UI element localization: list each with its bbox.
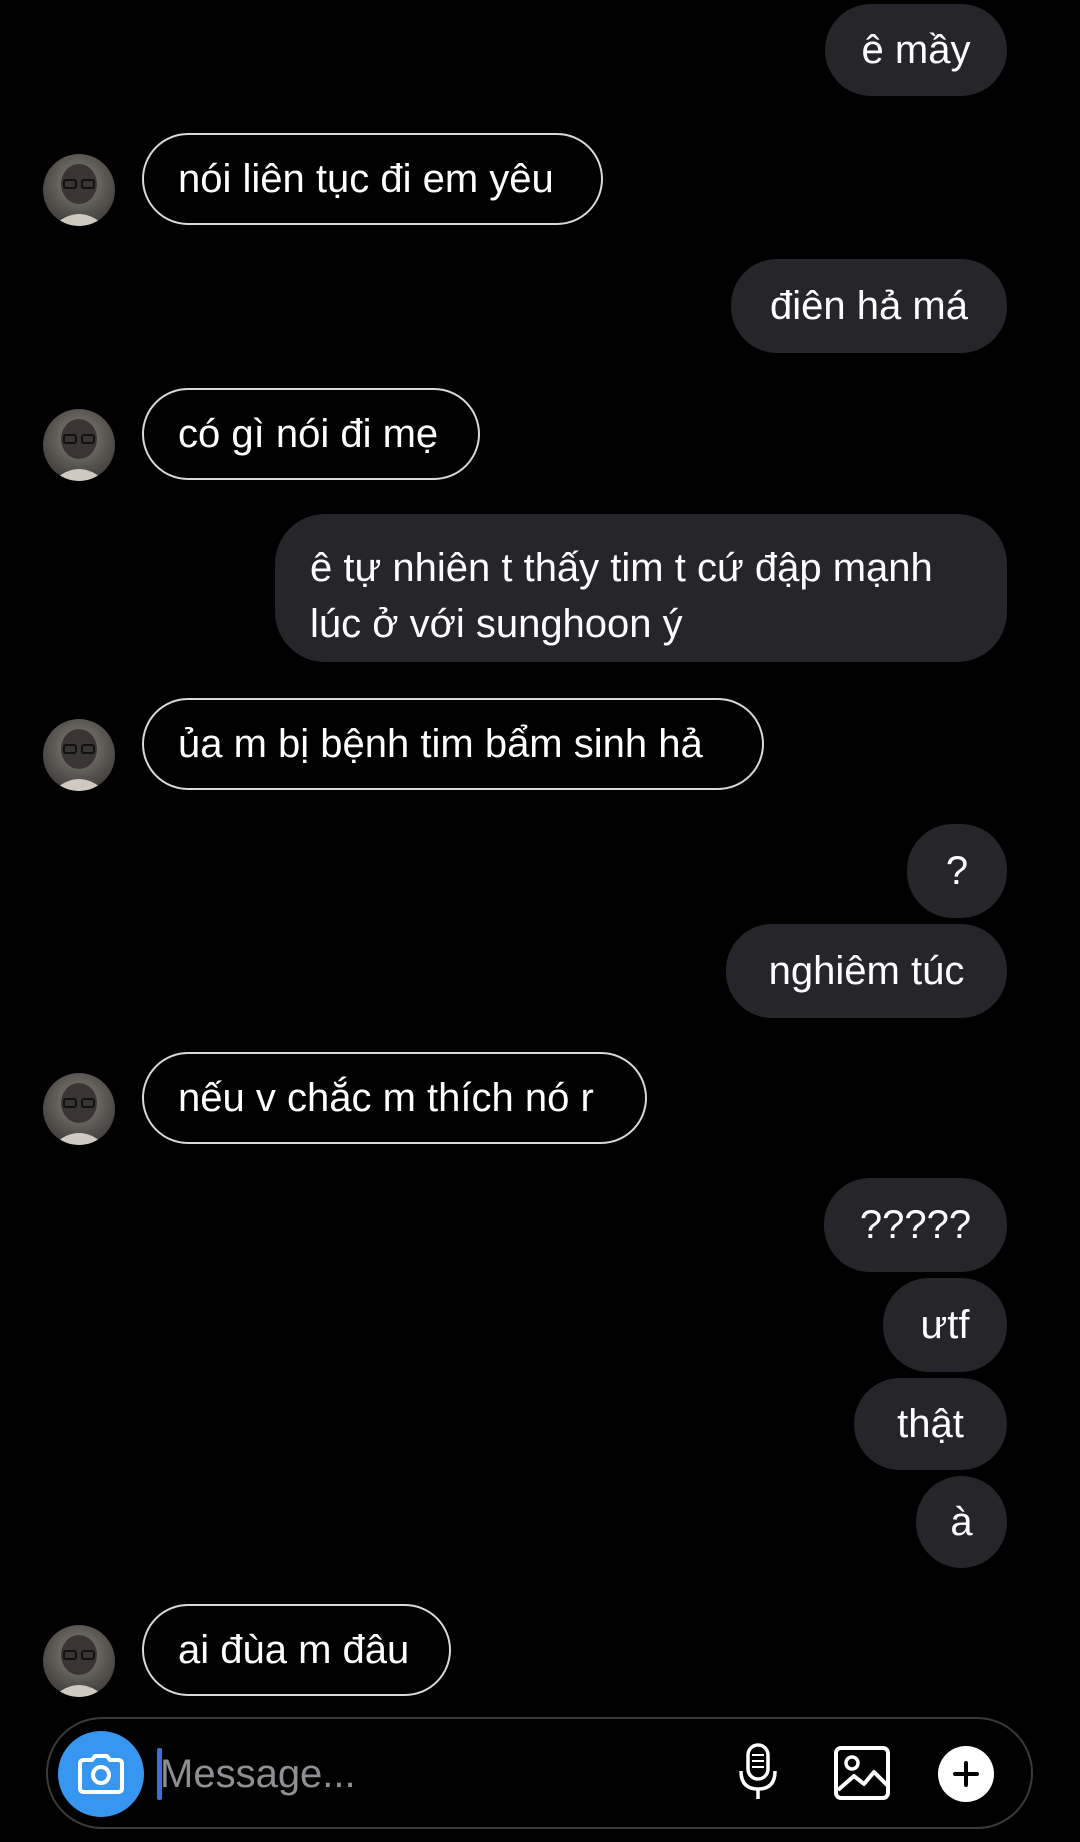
microphone-icon <box>739 1743 777 1799</box>
text-caret <box>157 1748 162 1800</box>
sent-message[interactable]: ????? <box>824 1178 1007 1272</box>
camera-button[interactable] <box>58 1731 144 1817</box>
sent-message[interactable]: ? <box>907 824 1007 918</box>
received-message[interactable]: ai đùa m đâu <box>142 1604 451 1696</box>
sent-message[interactable]: thật <box>854 1378 1007 1470</box>
received-message[interactable]: có gì nói đi mẹ <box>142 388 480 480</box>
received-message[interactable]: nếu v chắc m thích nó r <box>142 1052 647 1144</box>
gallery-icon <box>834 1746 890 1800</box>
message-input[interactable] <box>158 1745 700 1803</box>
sent-message[interactable]: điên hả má <box>731 259 1007 353</box>
gallery-button[interactable] <box>832 1744 892 1802</box>
contact-avatar[interactable] <box>43 409 115 481</box>
received-message[interactable]: nói liên tục đi em yêu <box>142 133 603 225</box>
message-line: ê tự nhiên t thấy tim t cứ đập mạnh <box>310 546 933 590</box>
sent-message[interactable]: nghiêm túc <box>726 924 1007 1018</box>
plus-icon <box>953 1761 979 1787</box>
sent-message[interactable]: ê mầy <box>825 4 1007 96</box>
sent-message[interactable]: ê tự nhiên t thấy tim t cứ đập mạnh lúc … <box>275 514 1007 662</box>
contact-avatar[interactable] <box>43 719 115 791</box>
microphone-button[interactable] <box>733 1741 783 1805</box>
contact-avatar[interactable] <box>43 154 115 226</box>
add-button[interactable] <box>938 1746 994 1802</box>
contact-avatar[interactable] <box>43 1073 115 1145</box>
sent-message[interactable]: à <box>916 1476 1007 1568</box>
contact-avatar[interactable] <box>43 1625 115 1697</box>
camera-icon <box>78 1754 124 1794</box>
sent-message[interactable]: ưtf <box>883 1278 1007 1372</box>
message-line: lúc ở với sunghoon ý <box>310 602 683 646</box>
received-message[interactable]: ủa m bị bệnh tim bẩm sinh hả <box>142 698 764 790</box>
